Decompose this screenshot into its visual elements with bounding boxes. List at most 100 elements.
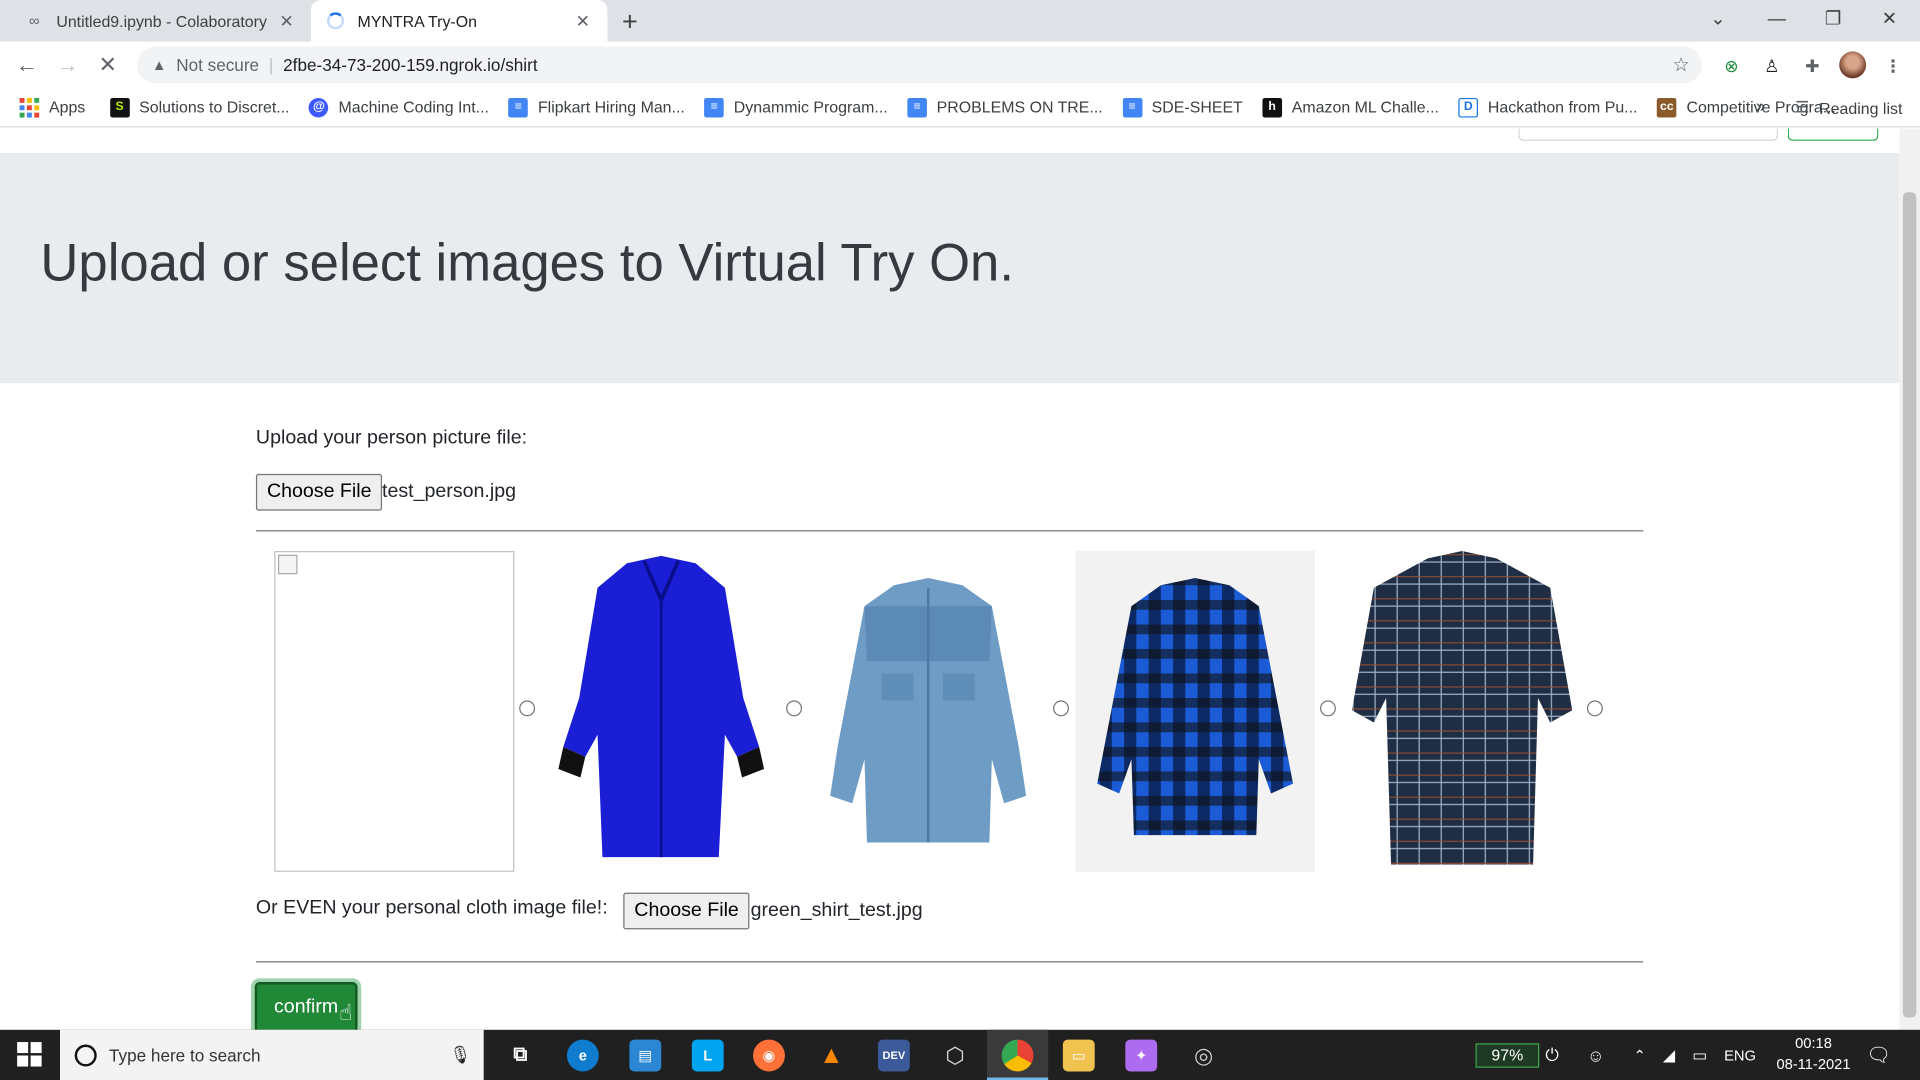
tray-chevron-up-icon[interactable]: ⌃ — [1633, 1030, 1645, 1080]
tab-strip: ∞ Untitled9.ipynb - Colaboratory ✕ MYNTR… — [0, 0, 1920, 42]
stop-loading-button[interactable]: ✕ — [94, 51, 121, 78]
bookmark-label: Amazon ML Challe... — [1291, 97, 1439, 117]
virtualbox-icon[interactable]: ⬡ — [939, 1040, 971, 1072]
shirt-radio-2[interactable] — [786, 700, 803, 717]
bookmark-label: Apps — [48, 97, 86, 117]
window-close-button[interactable]: ✕ — [1861, 0, 1917, 39]
bookmark-item[interactable]: ≡ Flipkart Hiring Man... — [508, 97, 685, 117]
check-shirt-graphic — [1351, 551, 1573, 865]
vlc-icon[interactable]: ▲ — [816, 1040, 848, 1072]
language-indicator[interactable]: ENG — [1724, 1030, 1756, 1080]
people-icon[interactable]: ☺ — [1587, 1030, 1605, 1080]
bookmark-apps[interactable]: Apps — [19, 97, 86, 117]
file-explorer-icon[interactable]: ▭ — [1062, 1039, 1095, 1072]
battery-indicator[interactable]: 97% — [1475, 1043, 1540, 1068]
clock-date: 08-11-2021 — [1776, 1055, 1851, 1073]
bookmark-label: Machine Coding Int... — [338, 97, 489, 117]
close-icon[interactable]: ✕ — [274, 10, 298, 31]
reading-list-button[interactable]: ☰ Reading list — [1795, 98, 1902, 118]
shirt-image-navy-check — [1342, 551, 1582, 872]
firefox-icon[interactable]: ◉ — [753, 1039, 785, 1072]
bookmark-item[interactable]: ≡ Dynammic Program... — [704, 97, 888, 117]
windows-start-button[interactable] — [17, 1042, 42, 1067]
navbar-search-button[interactable] — [1787, 128, 1879, 141]
warning-icon: ▲ — [151, 56, 167, 74]
windows-taskbar: Type here to search 🎙 ⧉ e ▤ L ◉ ▲ DEV ⬡ … — [0, 1029, 1920, 1080]
devcpp-icon[interactable]: DEV — [877, 1039, 910, 1072]
bookmark-star-icon[interactable]: ☆ — [1672, 53, 1690, 77]
edge-icon[interactable]: e — [566, 1039, 599, 1072]
cloth-file-name: green_shirt_test.jpg — [750, 900, 923, 921]
profile-avatar[interactable] — [1839, 51, 1867, 79]
bookmark-item[interactable]: @ Machine Coding Int... — [309, 97, 489, 117]
divider — [255, 961, 1644, 963]
bookmark-item[interactable]: h Amazon ML Challe... — [1262, 97, 1439, 117]
tab-myntra[interactable]: MYNTRA Try-On ✕ — [311, 0, 608, 42]
bookmark-item[interactable]: D Hackathon from Pu... — [1458, 97, 1638, 117]
page-title: Upload or select images to Virtual Try O… — [40, 233, 1014, 293]
tab-colab[interactable]: ∞ Untitled9.ipynb - Colaboratory ✕ — [10, 0, 311, 42]
menu-kebab-icon[interactable]: ⋮ — [1881, 54, 1905, 78]
blue-shirt-graphic — [558, 555, 765, 858]
doc-favicon-icon: ≡ — [1122, 97, 1142, 117]
tab-title: MYNTRA Try-On — [357, 11, 477, 31]
cloth-choose-file-button[interactable]: Choose File — [623, 892, 750, 930]
shirt-image-blue-plaid — [1075, 551, 1316, 872]
search-placeholder: Type here to search — [108, 1045, 261, 1065]
tab-search-button[interactable]: ⌄ — [1690, 0, 1746, 39]
shirt-radio-5[interactable] — [1586, 700, 1603, 717]
reading-list-icon: ☰ — [1795, 97, 1810, 117]
address-bar[interactable]: ▲ Not secure | 2fbe-34-73-200-159.ngrok.… — [137, 46, 1703, 84]
person-file-name: test_person.jpg — [382, 481, 517, 503]
doc-favicon-icon: ≡ — [907, 97, 927, 117]
bookmarks-bar: Apps S Solutions to Discret... @ Machine… — [0, 88, 1920, 128]
tab-title: Untitled9.ipynb - Colaboratory — [56, 11, 267, 31]
navbar-search-input[interactable] — [1518, 128, 1778, 141]
chrome-icon[interactable] — [1001, 1039, 1034, 1072]
store-icon[interactable]: ▤ — [629, 1039, 662, 1072]
extension-icon[interactable]: ⊗ — [1719, 54, 1743, 78]
close-icon[interactable]: ✕ — [571, 10, 595, 31]
new-tab-button[interactable]: + — [622, 6, 638, 38]
scrollbar-thumb[interactable] — [1902, 192, 1917, 1018]
tools-app-icon[interactable]: ✦ — [1125, 1039, 1158, 1072]
battery-icon[interactable]: ▭ — [1692, 1030, 1707, 1080]
taskbar-search-box[interactable]: Type here to search 🎙 — [60, 1029, 484, 1080]
shirt-radio-1[interactable] — [519, 700, 536, 717]
person-choose-file-button[interactable]: Choose File — [255, 473, 383, 511]
bookmark-label: Hackathon from Pu... — [1487, 97, 1638, 117]
shirt-radio-4[interactable] — [1320, 700, 1336, 717]
taskbar-clock[interactable]: 00:18 08-11-2021 — [1763, 1033, 1863, 1075]
bookmark-label: Solutions to Discret... — [139, 97, 290, 117]
bookmark-item[interactable]: S Solutions to Discret... — [109, 97, 290, 117]
bookmark-item[interactable]: ≡ SDE-SHEET — [1122, 97, 1243, 117]
obs-icon[interactable]: ◎ — [1188, 1040, 1220, 1072]
minimize-button[interactable]: — — [1749, 0, 1805, 39]
back-button[interactable]: ← — [13, 51, 40, 78]
restore-button[interactable]: ❐ — [1805, 0, 1861, 39]
clock-time: 00:18 — [1795, 1034, 1832, 1052]
l-app-icon[interactable]: L — [691, 1039, 724, 1072]
account-lock-icon[interactable]: ♙ — [1760, 54, 1784, 78]
bookmark-item[interactable]: ≡ PROBLEMS ON TRE... — [907, 97, 1103, 117]
notification-icon[interactable]: 🗨 — [1866, 1030, 1891, 1080]
shirt-radio-3[interactable] — [1053, 700, 1069, 717]
plaid-shirt-graphic — [1097, 577, 1294, 836]
page-scrollbar[interactable] — [1899, 128, 1920, 1030]
loading-spinner-icon — [326, 11, 346, 31]
broken-image — [274, 551, 515, 872]
bookmark-label: SDE-SHEET — [1151, 97, 1243, 117]
puzzle-extensions-icon[interactable]: ✚ — [1800, 54, 1824, 78]
task-view-icon[interactable]: ⧉ — [504, 1040, 536, 1072]
wifi-icon[interactable]: ◢ — [1663, 1030, 1675, 1080]
security-label[interactable]: Not secure — [176, 55, 259, 75]
cc-favicon-icon: cc — [1657, 97, 1677, 117]
bookmarks-overflow-button[interactable]: » — [1756, 96, 1766, 116]
person-upload-label: Upload your person picture file: — [255, 427, 528, 449]
denim-shirt-graphic — [830, 577, 1027, 843]
jumbotron: Upload or select images to Virtual Try O… — [0, 153, 1900, 384]
url-text[interactable]: 2fbe-34-73-200-159.ngrok.io/shirt — [283, 55, 537, 75]
forward-button[interactable]: → — [54, 51, 81, 78]
microphone-icon[interactable]: 🎙 — [450, 1044, 472, 1065]
address-separator: | — [268, 55, 274, 75]
